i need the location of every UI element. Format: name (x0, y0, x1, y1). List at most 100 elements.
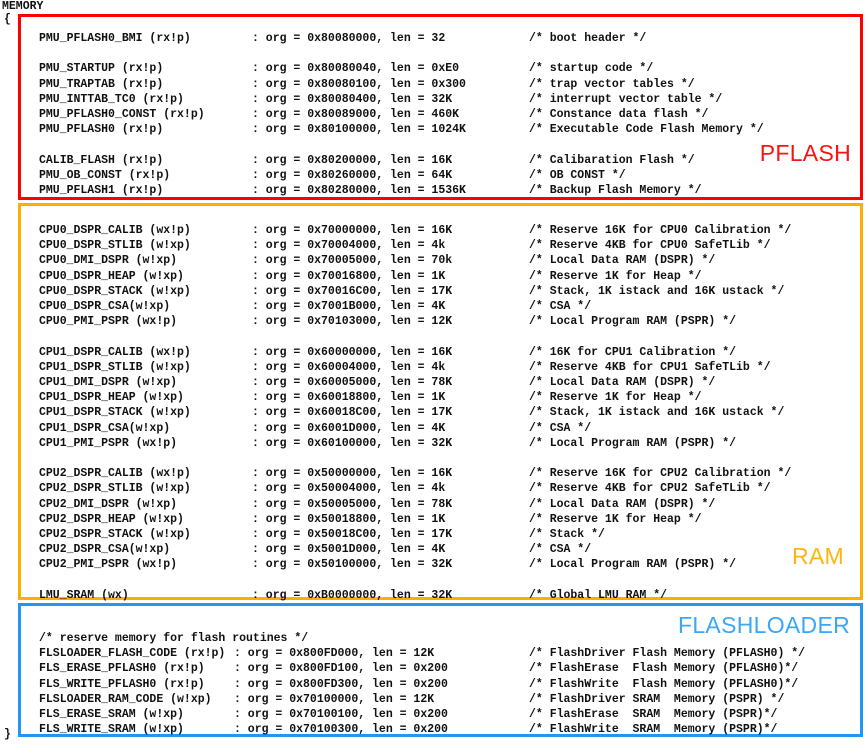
memory-line-origin: : org = 0x80200000, len = 16K (252, 153, 453, 167)
memory-line: CPU1_DSPR_STACK (w!xp) : org = 0x60018C00… (21, 405, 860, 420)
memory-line-comment: /* Reserve 16K for CPU0 Calibration */ (529, 224, 792, 237)
memory-line-symbol: CPU2_DSPR_STLIB (w!xp) (39, 482, 191, 496)
memory-line-symbol: FLSLOADER_RAM_CODE (w!xp) (39, 692, 212, 706)
memory-line-comment: /* Executable Code Flash Memory */ (529, 123, 764, 137)
memory-line-comment: /* FlashDriver Flash Memory (PFLASH0) */ (529, 647, 806, 661)
memory-line: /* reserve memory for flash routines */ (21, 631, 860, 646)
memory-line-comment: /* Reserve 16K for CPU2 Calibration */ (529, 467, 792, 481)
memory-line: CPU0_DSPR_HEAP (w!xp): org = 0x70016800,… (21, 269, 860, 284)
memory-line-origin: : org = 0x70100300, len = 0x200 (234, 723, 448, 737)
memory-line-comment: /* CSA */ (529, 543, 592, 557)
memory-line-comment: /* Reserve 4KB for CPU1 SafeTLib */ (529, 360, 771, 374)
memory-line-origin: : org = 0x70016C00, len = 17K (252, 284, 453, 298)
memory-line-origin: : org = 0x50018C00, len = 17K (252, 528, 453, 541)
memory-line: CPU0_PMI_PSPR (wx!p): org = 0x70103000, … (21, 314, 860, 329)
memory-line-origin: : org = 0x6001D000, len = 4K (252, 421, 446, 435)
memory-line-symbol: PMU_PFLASH0_BMI (rx!p) (39, 32, 191, 45)
memory-line-origin: : org = 0x60005000, len = 78K (252, 376, 453, 389)
memory-line: CPU1_DMI_DSPR (w!xp): org = 0x60005000, … (21, 375, 860, 390)
memory-line: CPU2_DSPR_HEAP (w!xp): org = 0x50018800,… (21, 512, 860, 527)
memory-line-comment: /* CSA */ (529, 421, 592, 435)
memory-line-comment: /* Local Data RAM (DSPR) */ (529, 497, 716, 511)
memory-line: CPU1_DSPR_HEAP (w!xp): org = 0x60018800,… (21, 390, 860, 405)
memory-line-symbol: CPU1_DSPR_STACK (w!xp) (39, 406, 191, 420)
memory-line-origin: : org = 0x80089000, len = 460K (252, 108, 460, 121)
memory-line-origin: : org = 0x80080400, len = 32K (252, 92, 453, 106)
memory-line-origin: : org = 0x800FD100, len = 0x200 (234, 662, 448, 676)
memory-line-comment: /* FlashErase Flash Memory (PFLASH0)*/ (529, 662, 799, 676)
memory-line-origin: : org = 0x5001D000, len = 4K (252, 543, 446, 557)
memory-line-comment: /* 16K for CPU1 Calibration */ (529, 345, 737, 359)
memory-line-symbol: LMU_SRAM (wx) (39, 588, 129, 602)
memory-line-origin: : org = 0xB0000000, len = 32K (252, 588, 453, 602)
memory-line (21, 137, 860, 152)
memory-line-origin: : org = 0x80080040, len = 0xE0 (252, 62, 460, 76)
memory-line: FLS_ERASE_PFLASH0 (rx!p): org = 0x800FD1… (21, 661, 860, 676)
memory-line: CPU2_DMI_DSPR (w!xp): org = 0x50005000, … (21, 497, 860, 512)
memory-line-origin: : org = 0x60100000, len = 32K (252, 436, 453, 450)
memory-line-origin: : org = 0x60004000, len = 4k (252, 360, 446, 374)
memory-line-origin: : org = 0x70103000, len = 12K (252, 315, 453, 329)
memory-line-comment: /* Local Program RAM (PSPR) */ (529, 436, 737, 450)
memory-line-origin: : org = 0x70100100, len = 0x200 (234, 708, 448, 721)
memory-line: CPU0_DSPR_CSA(w!xp): org = 0x7001B000, l… (21, 299, 860, 314)
memory-line: CPU2_DSPR_STLIB (w!xp): org = 0x50004000… (21, 481, 860, 496)
memory-line-comment: /* Calibaration Flash */ (529, 153, 695, 167)
memory-line-origin: : org = 0x60018C00, len = 17K (252, 406, 453, 420)
memory-line-origin: : org = 0x80280000, len = 1536K (252, 184, 466, 197)
memory-line: FLSLOADER_FLASH_CODE (rx!p): org = 0x800… (21, 646, 860, 661)
memory-line: CPU2_DSPR_CSA(w!xp): org = 0x5001D000, l… (21, 542, 860, 557)
memory-line: PMU_OB_CONST (rx!p): org = 0x80260000, l… (21, 168, 860, 183)
memory-line-origin: : org = 0x80080000, len = 32 (252, 32, 446, 45)
memory-line-symbol: CPU1_DSPR_CSA(w!xp) (39, 421, 171, 435)
memory-line-comment: /* Constance data flash */ (529, 108, 709, 121)
memory-line: CPU0_DSPR_STLIB (w!xp): org = 0x70004000… (21, 238, 860, 253)
memory-line-symbol: CPU0_DSPR_CSA(w!xp) (39, 300, 171, 313)
memory-line-comment: /* interrupt vector table */ (529, 92, 723, 106)
memory-line-comment: /* Local Data RAM (DSPR) */ (529, 254, 716, 268)
memory-line-origin: : org = 0x70100000, len = 12K (234, 692, 435, 706)
memory-line-origin: : org = 0x60018800, len = 1K (252, 391, 446, 405)
memory-line: PMU_INTTAB_TC0 (rx!p) : org = 0x80080400,… (21, 92, 860, 107)
memory-line-origin: : org = 0x60000000, len = 16K (252, 345, 453, 359)
memory-line: CPU1_DSPR_CALIB (wx!p) : org = 0x60000000… (21, 345, 860, 360)
memory-line: CPU1_DSPR_STLIB (w!xp): org = 0x60004000… (21, 360, 860, 375)
memory-line-comment: /* Local Program RAM (PSPR) */ (529, 558, 737, 572)
memory-line: CPU0_DSPR_CALIB (wx!p): org = 0x70000000… (21, 223, 860, 238)
memory-line-comment: /* Global LMU RAM */ (529, 588, 668, 602)
memory-line-symbol: PMU_STARTUP (rx!p) (39, 62, 164, 76)
memory-line: CPU2_DSPR_STACK (w!xp) : org = 0x50018C00… (21, 527, 860, 542)
memory-line-comment: /* Stack */ (529, 528, 605, 541)
memory-line: CPU2_DSPR_CALIB (wx!p): org = 0x50000000… (21, 466, 860, 481)
memory-line: CPU0_DMI_DSPR (w!xp): org = 0x70005000, … (21, 253, 860, 268)
region-box-flashloader: FLASHLOADER /* reserve memory for flash … (18, 603, 863, 737)
memory-line-origin: : org = 0x800FD300, len = 0x200 (234, 677, 448, 691)
memory-line-comment: /* startup code */ (529, 62, 654, 76)
region-label-pflash: PFLASH (759, 140, 851, 166)
memory-line-origin: : org = 0x50000000, len = 16K (252, 467, 453, 481)
memory-line (21, 573, 860, 588)
memory-line: CPU2_PMI_PSPR (wx!p): org = 0x50100000, … (21, 557, 860, 572)
memory-line-origin: : org = 0x70016800, len = 1K (252, 269, 446, 283)
memory-line-symbol: PMU_INTTAB_TC0 (rx!p) (39, 92, 184, 106)
memory-line-comment: /* reserve memory for flash routines */ (39, 632, 309, 645)
memory-line-comment: /* FlashWrite SRAM Memory (PSPR)*/ (529, 723, 778, 737)
memory-line-origin: : org = 0x50100000, len = 32K (252, 558, 453, 572)
memory-line: FLS_WRITE_PFLASH0 (rx!p): org = 0x800FD3… (21, 677, 860, 692)
memory-open-brace: { (4, 13, 11, 26)
memory-line-symbol: PMU_TRAPTAB (rx!p) (39, 77, 164, 91)
memory-line-origin: : org = 0x70005000, len = 70k (252, 254, 453, 268)
memory-line: FLS_ERASE_SRAM (w!xp): org = 0x70100100,… (21, 707, 860, 722)
memory-line-origin: : org = 0x70000000, len = 16K (252, 224, 453, 237)
memory-line-symbol: CPU2_DSPR_STACK (w!xp) (39, 528, 191, 541)
memory-line-symbol: CPU1_DSPR_CALIB (wx!p) (39, 345, 191, 359)
memory-line-comment: /* CSA */ (529, 300, 592, 313)
memory-line: CPU0_DSPR_STACK (w!xp): org = 0x70016C00… (21, 284, 860, 299)
memory-line: CPU1_DSPR_CSA(w!xp) : org = 0x6001D000, l… (21, 421, 860, 436)
memory-line: FLSLOADER_RAM_CODE (w!xp) : org = 0x70100… (21, 692, 860, 707)
memory-line: PMU_PFLASH0_BMI (rx!p) : org = 0x80080000… (21, 31, 860, 46)
memory-line-comment: /* Backup Flash Memory */ (529, 184, 702, 197)
memory-line-comment: /* Reserve 4KB for CPU0 SafeTLib */ (529, 239, 771, 253)
memory-line-symbol: CPU1_PMI_PSPR (wx!p) (39, 436, 178, 450)
memory-line-symbol: FLS_WRITE_SRAM (w!xp) (39, 723, 184, 737)
